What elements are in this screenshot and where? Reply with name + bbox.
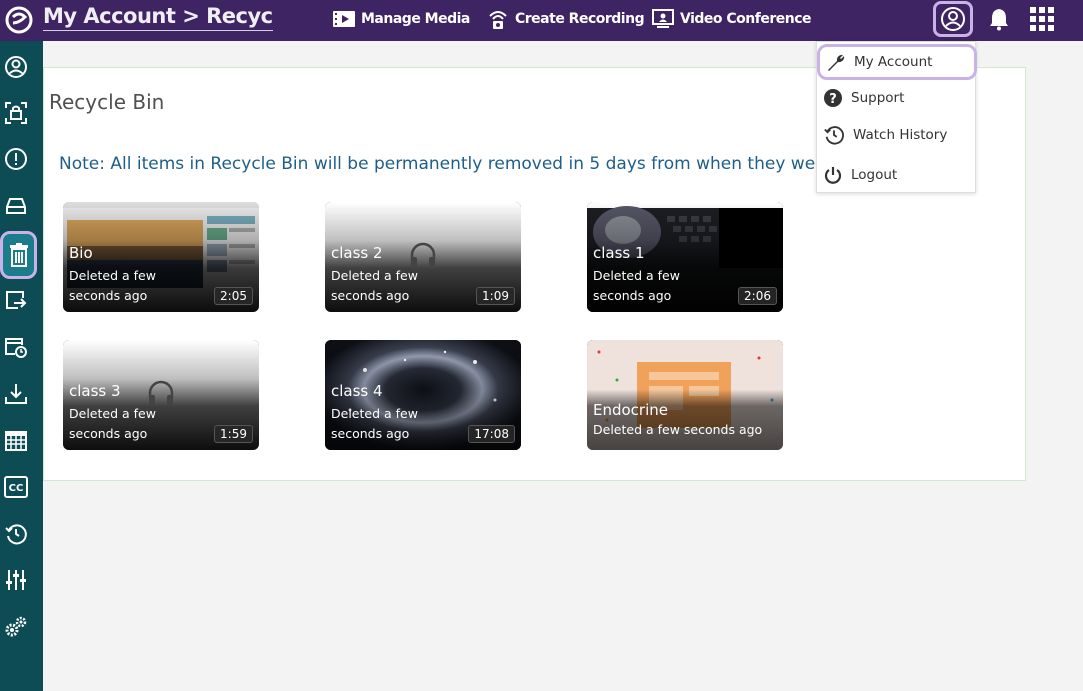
- calendar-clock-icon: [5, 338, 27, 358]
- menu-item-support[interactable]: ? Support: [821, 82, 971, 114]
- cc-icon: CC: [4, 476, 28, 498]
- svg-text:?: ?: [829, 92, 837, 107]
- question-icon: ?: [824, 89, 842, 107]
- top-bar: My Account > Recycl... Manage Media Crea…: [0, 0, 1083, 41]
- apps-grid-icon[interactable]: [1028, 5, 1056, 33]
- menu-item-label: Support: [851, 90, 905, 106]
- media-title: class 4: [331, 382, 383, 400]
- page-title[interactable]: My Account > Recycl...: [43, 4, 273, 31]
- trash-icon: [9, 243, 28, 267]
- export-icon: [6, 291, 27, 309]
- manage-media-label: Manage Media: [361, 11, 470, 27]
- sidebar-item-downloads[interactable]: [0, 376, 32, 412]
- film-icon: [333, 11, 355, 27]
- media-title: class 3: [69, 382, 121, 400]
- sidebar-item-recycle-bin[interactable]: [0, 231, 37, 279]
- sidebar-item-export[interactable]: [0, 282, 32, 318]
- video-conference-label: Video Conference: [680, 11, 812, 27]
- power-icon: [824, 167, 842, 184]
- media-title: Bio: [69, 244, 93, 262]
- deleted-status: Deleted a few seconds ago: [593, 268, 680, 303]
- logo-icon[interactable]: [4, 5, 34, 35]
- duration-badge: 2:06: [738, 287, 777, 305]
- sidebar-item-captions[interactable]: CC: [0, 469, 32, 505]
- deleted-status: Deleted a few seconds ago: [593, 422, 763, 437]
- menu-item-watch-history[interactable]: Watch History: [821, 119, 971, 151]
- notifications-button[interactable]: [985, 5, 1013, 33]
- section-title: Recycle Bin: [49, 90, 165, 114]
- duration-badge: 1:59: [214, 425, 253, 443]
- headphones-icon: [148, 380, 174, 405]
- duration-badge: 17:08: [468, 425, 515, 443]
- deleted-status: Deleted a few seconds ago: [69, 268, 156, 303]
- sidebar-item-history[interactable]: [0, 516, 32, 552]
- drive-icon: [6, 198, 26, 214]
- media-tile-class-2[interactable]: class 2 Deleted a few seconds ago 1:09: [325, 202, 521, 312]
- history-icon: [5, 524, 27, 545]
- create-recording-label: Create Recording: [515, 11, 645, 27]
- duration-badge: 2:05: [214, 287, 253, 305]
- headphones-icon: [410, 242, 436, 267]
- video-conference-link[interactable]: Video Conference: [651, 6, 812, 32]
- account-menu: My Account ? Support Watch History Logou…: [816, 41, 977, 193]
- user-account-button[interactable]: [933, 1, 973, 37]
- sidebar-item-alerts[interactable]: [0, 141, 32, 177]
- alert-icon: [5, 148, 27, 170]
- sidebar-item-profile[interactable]: [0, 49, 32, 85]
- sidebar: CC: [0, 41, 43, 691]
- sidebar-item-calendar[interactable]: [0, 422, 32, 458]
- create-recording-link[interactable]: Create Recording: [486, 6, 645, 32]
- gears-icon: [5, 616, 27, 637]
- media-tile-bio[interactable]: Bio Deleted a few seconds ago 2:05: [63, 202, 259, 312]
- deleted-status: Deleted a few seconds ago: [331, 268, 418, 303]
- calendar-grid-icon: [5, 431, 27, 451]
- deleted-status: Deleted a few seconds ago: [69, 406, 156, 441]
- user-circle-icon: [941, 7, 965, 31]
- menu-item-label: My Account: [854, 54, 933, 70]
- sidebar-item-security[interactable]: [0, 95, 32, 131]
- media-tile-endocrine[interactable]: Endocrine Deleted a few seconds ago: [587, 340, 783, 450]
- manage-media-link[interactable]: Manage Media: [332, 6, 470, 32]
- media-title: class 1: [593, 244, 645, 262]
- user-circle-icon: [5, 56, 27, 78]
- media-tile-class-1[interactable]: class 1 Deleted a few seconds ago 2:06: [587, 202, 783, 312]
- deleted-status: Deleted a few seconds ago: [331, 406, 418, 441]
- sidebar-item-schedule[interactable]: [0, 329, 32, 365]
- media-tile-class-3[interactable]: class 3 Deleted a few seconds ago 1:59: [63, 340, 259, 450]
- menu-item-my-account[interactable]: My Account: [817, 44, 977, 80]
- menu-item-label: Watch History: [853, 127, 948, 143]
- download-icon: [5, 384, 27, 404]
- svg-text:CC: CC: [9, 483, 24, 494]
- sidebar-item-config[interactable]: [0, 609, 32, 645]
- bell-icon: [990, 9, 1008, 31]
- sidebar-item-storage[interactable]: [0, 188, 32, 224]
- sidebar-item-settings[interactable]: [0, 562, 32, 598]
- media-title: Endocrine: [593, 401, 668, 419]
- history-icon: [824, 126, 844, 145]
- sliders-icon: [6, 570, 26, 590]
- media-title: class 2: [331, 244, 383, 262]
- duration-badge: 1:09: [476, 287, 515, 305]
- media-tile-class-4[interactable]: class 4 Deleted a few seconds ago 17:08: [325, 340, 521, 450]
- retention-note: Note: All items in Recycle Bin will be p…: [59, 154, 829, 174]
- lock-icon: [5, 102, 27, 124]
- video-conference-icon: [652, 9, 674, 28]
- broadcast-icon: [489, 11, 507, 29]
- wrench-icon: [828, 54, 845, 71]
- menu-item-label: Logout: [851, 167, 898, 183]
- menu-item-logout[interactable]: Logout: [821, 159, 971, 191]
